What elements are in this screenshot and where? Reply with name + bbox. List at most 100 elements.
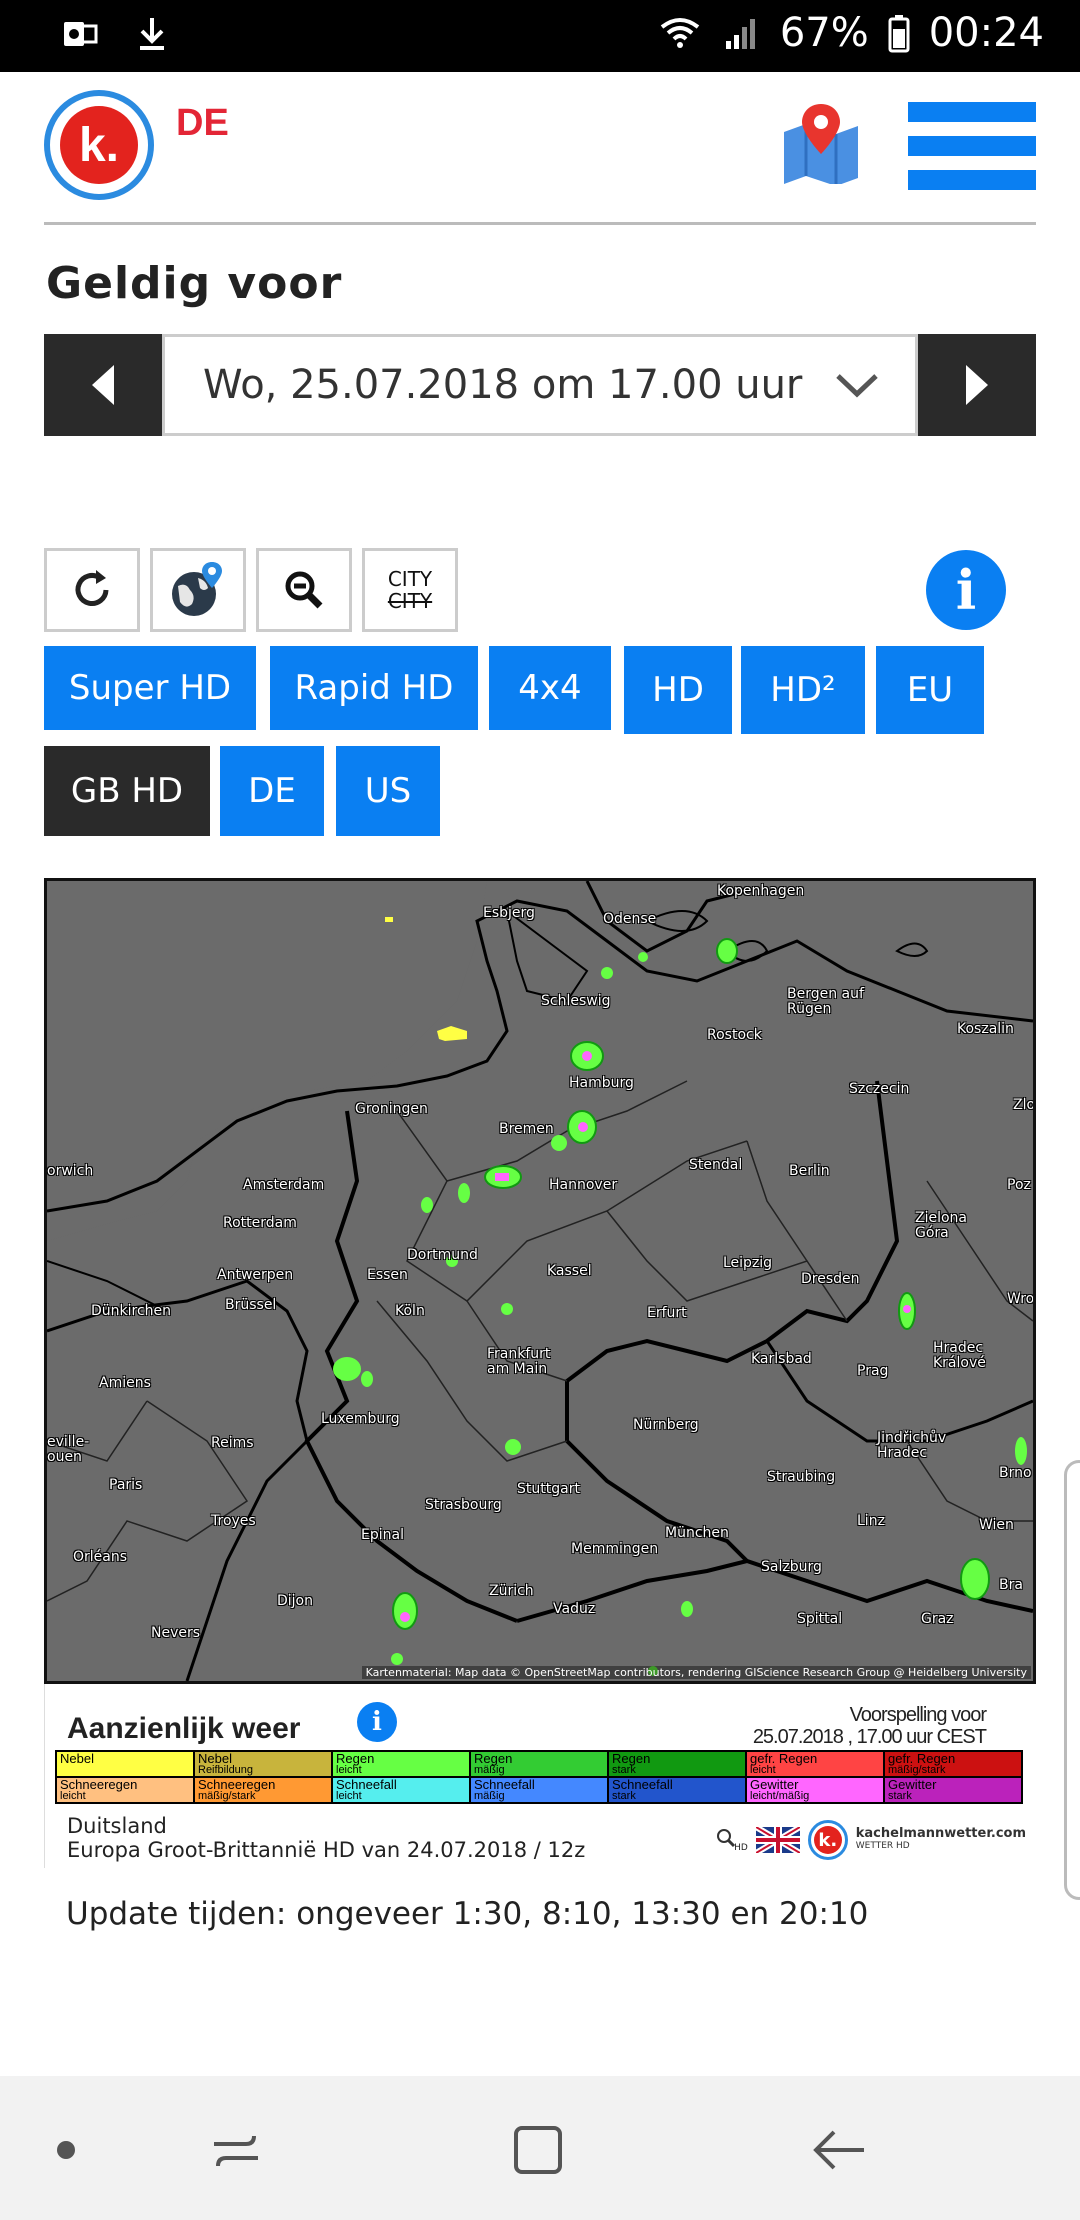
map-tools: CITY CITY bbox=[44, 548, 458, 632]
map-city-label: Nürnberg bbox=[633, 1417, 699, 1433]
map-city-label: Frankfurt am Main bbox=[487, 1346, 551, 1377]
model-eu-button[interactable]: EU bbox=[876, 646, 984, 734]
legend-cell: Nebel Reifbildung bbox=[194, 1751, 332, 1777]
model-super-hd-button[interactable]: Super HD bbox=[44, 646, 256, 730]
map-city-label: Szczecin bbox=[849, 1081, 910, 1097]
scroll-handle[interactable] bbox=[1064, 1460, 1080, 1900]
legend-panel: Aanzienlijk weer i Voorspelling voor 25.… bbox=[44, 1684, 1036, 1868]
map-city-label: Dünkirchen bbox=[91, 1303, 172, 1319]
map-city-label: Essen bbox=[367, 1267, 408, 1283]
model-us-button[interactable]: US bbox=[336, 746, 440, 836]
back-icon[interactable] bbox=[810, 2120, 870, 2180]
model-gb-hd-button[interactable]: GB HD bbox=[44, 746, 210, 836]
legend-cell: Schneeregen mäßig/stark bbox=[194, 1777, 332, 1803]
logo-letter: k. bbox=[60, 106, 138, 184]
rain-cells bbox=[333, 917, 1027, 1676]
map-city-label: Amiens bbox=[99, 1375, 151, 1391]
chevron-left-icon bbox=[92, 365, 114, 405]
map-city-label: Salzburg bbox=[761, 1559, 822, 1575]
globe-location-button[interactable] bbox=[150, 548, 246, 632]
map-city-label: Leipzig bbox=[723, 1255, 773, 1271]
legend-cell: Gewitter leicht/mäßig bbox=[746, 1777, 884, 1803]
region-name: Duitsland bbox=[67, 1814, 167, 1838]
map-city-label: Wien bbox=[979, 1517, 1014, 1533]
model-rapid-hd-button[interactable]: Rapid HD bbox=[270, 646, 478, 730]
map-city-label: Spittal bbox=[797, 1611, 843, 1627]
model-4x4-button[interactable]: 4x4 bbox=[489, 646, 611, 730]
home-icon[interactable] bbox=[508, 2120, 568, 2180]
map-city-label: Amsterdam bbox=[243, 1177, 325, 1193]
region-label: DE bbox=[176, 102, 229, 144]
menu-bar-3 bbox=[908, 170, 1036, 190]
map-city-label: Stendal bbox=[689, 1157, 743, 1173]
weather-map[interactable]: Kopenhagen Esbjerg Odense Schleswig Berg… bbox=[44, 878, 1036, 1684]
map-city-label: orwich bbox=[47, 1163, 94, 1179]
map-city-label: Hradec Králové bbox=[933, 1340, 986, 1371]
map-city-label: Brüssel bbox=[225, 1297, 277, 1313]
legend-cell: Nebel bbox=[56, 1751, 194, 1777]
legend-cell: Schneefall leicht bbox=[332, 1777, 470, 1803]
header-divider bbox=[44, 222, 1036, 225]
zoom-out-button[interactable] bbox=[256, 548, 352, 632]
legend-info-icon[interactable]: i bbox=[357, 1702, 397, 1742]
legend-cell: Gewitter stark bbox=[884, 1777, 1022, 1803]
map-city-label: Wro bbox=[1007, 1291, 1035, 1307]
map-city-label: Luxemburg bbox=[321, 1411, 400, 1427]
legend-cell: gefr. Regen leicht bbox=[746, 1751, 884, 1777]
menu-bar-1 bbox=[908, 102, 1036, 122]
legend-cell: gefr. Regen mäßig/stark bbox=[884, 1751, 1022, 1777]
model-de-button[interactable]: DE bbox=[220, 746, 324, 836]
download-icon bbox=[140, 18, 164, 50]
map-location-icon[interactable] bbox=[780, 102, 862, 184]
uk-flag-icon bbox=[755, 1827, 800, 1853]
map-city-label: Bergen auf Rügen bbox=[787, 986, 864, 1017]
map-city-label: Strasbourg bbox=[425, 1497, 502, 1513]
map-city-label: Linz bbox=[857, 1513, 885, 1529]
refresh-button[interactable] bbox=[44, 548, 140, 632]
map-city-label: Prag bbox=[857, 1363, 889, 1379]
legend-color-grid: Nebel Nebel Reifbildung Regen leicht Regen… bbox=[55, 1750, 1023, 1804]
datetime-value: Wo, 25.07.2018 om 17.00 uur bbox=[203, 362, 803, 408]
map-city-label: Brno bbox=[999, 1465, 1032, 1481]
map-city-label: Rostock bbox=[707, 1027, 762, 1043]
chevron-down-icon bbox=[836, 374, 878, 398]
signal-icon bbox=[725, 19, 755, 49]
city-toggle-button[interactable]: CITY CITY bbox=[362, 548, 458, 632]
date-selector-row: Wo, 25.07.2018 om 17.00 uur bbox=[44, 334, 1036, 436]
outlook-icon bbox=[64, 22, 98, 46]
map-city-label: Paris bbox=[109, 1477, 143, 1493]
model-hd-button[interactable]: HD bbox=[624, 646, 732, 734]
map-graphic bbox=[47, 881, 1033, 1681]
map-city-label: Esbjerg bbox=[483, 905, 535, 921]
map-city-label: Köln bbox=[395, 1303, 425, 1319]
map-city-label: Bremen bbox=[499, 1121, 554, 1137]
datetime-select[interactable]: Wo, 25.07.2018 om 17.00 uur bbox=[162, 334, 918, 436]
refresh-icon bbox=[75, 570, 109, 606]
info-button[interactable]: i bbox=[926, 550, 1006, 630]
clock: 00:24 bbox=[928, 10, 1044, 56]
map-city-label: Zlo bbox=[1013, 1097, 1036, 1113]
previous-time-button[interactable] bbox=[44, 334, 162, 436]
map-city-label: Poz bbox=[1007, 1177, 1031, 1193]
legend-cell: Regen mäßig bbox=[470, 1751, 608, 1777]
menu-button[interactable] bbox=[908, 102, 1036, 190]
kachelmann-logo[interactable]: k. bbox=[44, 90, 154, 200]
zoom-out-icon bbox=[285, 571, 323, 609]
recent-apps-icon[interactable] bbox=[206, 2120, 266, 2180]
forecast-label: Voorspelling voor bbox=[849, 1704, 987, 1726]
map-city-label: München bbox=[665, 1525, 729, 1541]
city-label: CITY bbox=[387, 567, 433, 591]
model-run: Europa Groot-Brittannië HD van 24.07.201… bbox=[67, 1838, 586, 1862]
next-time-button[interactable] bbox=[918, 334, 1036, 436]
map-city-label: Dortmund bbox=[407, 1247, 478, 1263]
city-label-off: CITY bbox=[387, 589, 433, 613]
model-hd2-button[interactable]: HD² bbox=[741, 646, 865, 734]
app-header: k. DE bbox=[0, 72, 1080, 222]
map-city-label: Groningen bbox=[355, 1101, 428, 1117]
forecast-datetime: 25.07.2018 , 17.00 uur CEST bbox=[752, 1726, 987, 1748]
map-city-label: Nevers bbox=[151, 1625, 201, 1641]
globe-pin-icon bbox=[172, 562, 222, 616]
legend-title: Aanzienlijk weer bbox=[67, 1712, 301, 1745]
legend-cell: Schneeregen leicht bbox=[56, 1777, 194, 1803]
legend-logos: HD k. kachelmannwetter.com WETTER HD bbox=[714, 1820, 1026, 1860]
